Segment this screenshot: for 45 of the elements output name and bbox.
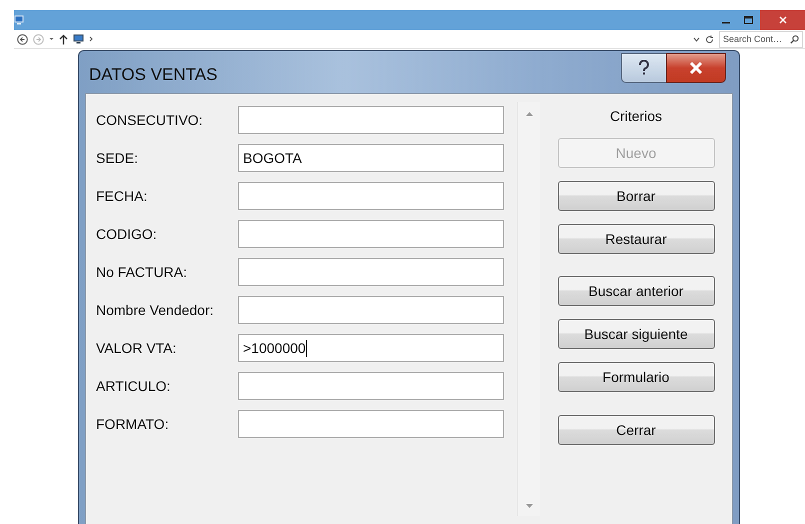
action-button[interactable]: Cerrar (558, 415, 714, 445)
up-arrow-icon[interactable] (59, 34, 68, 44)
text-field[interactable] (238, 410, 504, 438)
close-button[interactable] (666, 53, 726, 83)
action-button[interactable]: Buscar anterior (558, 276, 714, 306)
field-label: SEDE: (96, 150, 140, 166)
dialog-title: DATOS VENTAS (89, 65, 218, 85)
action-button[interactable]: Formulario (558, 362, 714, 392)
text-field[interactable] (238, 372, 504, 400)
scroll-down-icon[interactable] (526, 504, 532, 508)
text-field[interactable] (238, 106, 504, 134)
field-label: CONSECUTIVO: (96, 112, 204, 128)
field-label: ARTICULO: (96, 378, 172, 394)
field-label: VALOR VTA: (96, 340, 178, 356)
search-icon (790, 34, 799, 44)
close-icon (778, 16, 786, 24)
chevron-icon[interactable] (89, 36, 93, 42)
text-field[interactable]: >1000000 (238, 334, 504, 362)
scroll-up-icon[interactable] (526, 112, 532, 116)
section-heading: Criterios (610, 108, 662, 126)
dropdown-icon[interactable] (693, 36, 700, 42)
action-button[interactable]: Buscar siguiente (558, 319, 714, 349)
text-field[interactable] (238, 296, 504, 324)
field-label: FORMATO: (96, 416, 170, 432)
help-icon (638, 60, 650, 76)
field-label: No FACTURA: (96, 264, 188, 280)
help-button[interactable] (621, 53, 666, 83)
field-label: Nombre Vendedor: (96, 302, 215, 318)
refresh-icon[interactable] (705, 34, 714, 44)
field-label: CODIGO: (96, 226, 158, 242)
maximize-icon (744, 16, 753, 24)
action-button[interactable]: Borrar (558, 181, 714, 211)
search-field[interactable]: Search Cont… (719, 30, 803, 48)
field-label: FECHA: (96, 188, 148, 204)
text-field[interactable] (238, 258, 504, 286)
action-button[interactable]: Restaurar (558, 224, 714, 254)
back-icon[interactable] (17, 34, 28, 44)
computer-icon (14, 15, 24, 25)
forward-icon[interactable] (33, 34, 44, 44)
text-field[interactable] (238, 182, 504, 210)
computer-icon (73, 34, 84, 44)
close-icon (689, 62, 703, 74)
dropdown-icon[interactable] (49, 37, 54, 41)
text-field[interactable] (238, 220, 504, 248)
text-field[interactable]: BOGOTA (238, 144, 504, 172)
